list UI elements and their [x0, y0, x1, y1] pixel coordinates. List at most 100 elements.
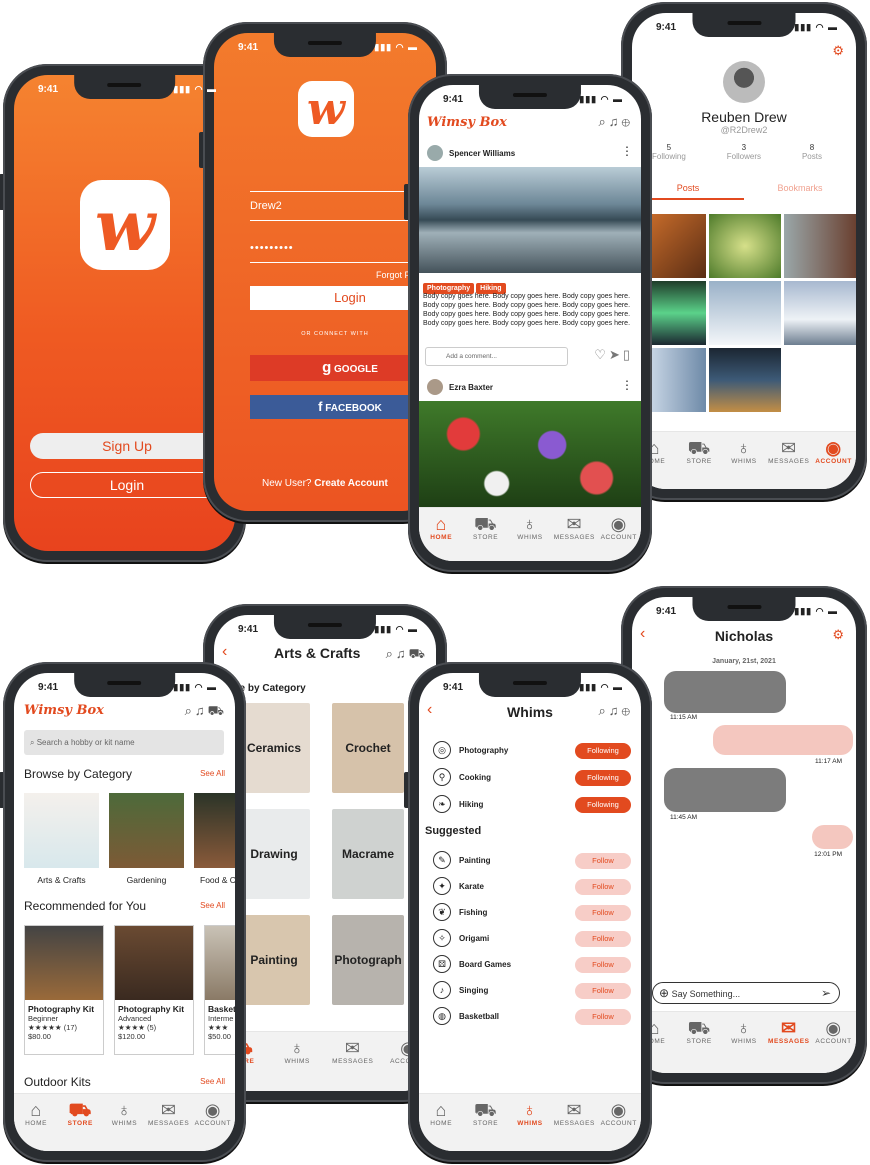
following-button[interactable]: Following — [575, 797, 631, 813]
whim-row: ✎ Painting — [433, 851, 491, 869]
kit-card[interactable]: Photography Kit Beginner ★★★★★ (17) $80.… — [24, 925, 104, 1055]
tab-messages[interactable]: ✉ MESSAGES — [552, 1100, 596, 1127]
follow-button[interactable]: Follow — [575, 879, 631, 895]
tab-whims[interactable]: ♁ WHIMS — [722, 1018, 766, 1045]
login-button[interactable]: Login — [30, 472, 224, 498]
create-account-row: New User? Create Account — [262, 478, 388, 489]
category-painting[interactable]: Painting — [238, 915, 310, 1005]
tab-bookmarks[interactable]: Bookmarks — [744, 183, 856, 198]
following-button[interactable]: Following — [575, 743, 631, 759]
add-icon[interactable]: ⊕ — [659, 986, 669, 1000]
kit-card[interactable]: Photography Kit Advanced ★★★★ (5) $120.0… — [114, 925, 194, 1055]
see-all-link[interactable]: See All — [200, 1077, 225, 1086]
tab-home[interactable]: ⌂ HOME — [14, 1100, 58, 1127]
category-photography[interactable]: Photograph — [332, 915, 404, 1005]
tab-messages[interactable]: ✉ MESSAGES — [552, 514, 596, 541]
tab-home[interactable]: ⌂ HOME — [419, 514, 463, 541]
whim-row: ◎ Photography — [433, 741, 508, 759]
author-name[interactable]: Spencer Williams — [449, 149, 515, 158]
tab-store[interactable]: ⛟STORE — [464, 514, 508, 541]
tab-home[interactable]: ⌂ HOME — [419, 1100, 463, 1127]
post-thumb[interactable] — [784, 214, 856, 278]
tab-store[interactable]: ⛟STORE — [677, 438, 721, 465]
tab-account[interactable]: ◉ACCOUNT — [812, 438, 856, 465]
post-thumb[interactable] — [784, 281, 856, 345]
following-button[interactable]: Following — [575, 770, 631, 786]
post-thumb[interactable] — [652, 214, 706, 278]
follow-button[interactable]: Follow — [575, 957, 631, 973]
whim-row: ❧ Hiking — [433, 795, 483, 813]
stat-followers[interactable]: 3 Followers — [727, 143, 761, 161]
tab-whims[interactable]: ♁ WHIMS — [508, 514, 552, 541]
stat-value: 3 — [741, 143, 747, 152]
category-crochet[interactable]: Crochet — [332, 703, 404, 793]
more-icon[interactable]: ⋮ — [621, 378, 633, 392]
settings-icon[interactable]: ⚙ — [832, 627, 844, 643]
search-icon[interactable]: ⌕ — [598, 114, 608, 129]
category-card[interactable] — [24, 793, 99, 868]
cart-icon[interactable]: ⛟ — [409, 646, 428, 661]
follow-button[interactable]: Follow — [575, 931, 631, 947]
tab-messages[interactable]: ✉ MESSAGES — [767, 438, 811, 465]
tab-whims[interactable]: ♁ WHIMS — [722, 438, 766, 465]
category-card[interactable] — [109, 793, 184, 868]
stat-following[interactable]: 5 Following — [652, 143, 686, 161]
search-icon[interactable]: ⌕ — [185, 703, 195, 718]
kit-card[interactable]: Basket Interme ★★★ $50.00 — [204, 925, 235, 1055]
bell-icon[interactable]: ♫ — [195, 703, 208, 718]
stat-posts[interactable]: 8 Posts — [802, 143, 822, 161]
tab-account[interactable]: ◉ACCOUNT — [191, 1100, 235, 1127]
bell-icon[interactable]: ♫ — [609, 114, 622, 129]
tab-messages[interactable]: ✉ MESSAGES — [767, 1018, 811, 1045]
bell-icon[interactable]: ♫ — [396, 646, 409, 661]
tab-whims[interactable]: ♁ WHIMS — [508, 1100, 552, 1127]
create-account-link[interactable]: Create Account — [314, 478, 388, 489]
author-name[interactable]: Ezra Baxter — [449, 383, 493, 392]
back-icon[interactable]: ‹ — [222, 643, 227, 661]
see-all-link[interactable]: See All — [200, 901, 225, 910]
tab-store[interactable]: ⛟STORE — [677, 1018, 721, 1045]
post-thumb[interactable] — [652, 281, 706, 345]
follow-button[interactable]: Follow — [575, 983, 631, 999]
search-icon[interactable]: ⌕ — [598, 703, 608, 718]
add-icon[interactable]: ⊕ — [622, 114, 633, 129]
tab-store[interactable]: ⛟STORE — [58, 1100, 102, 1127]
follow-button[interactable]: Follow — [575, 905, 631, 921]
follow-button[interactable]: Follow — [575, 1009, 631, 1025]
follow-button[interactable]: Follow — [575, 853, 631, 869]
tab-store[interactable]: ⛟STORE — [464, 1100, 508, 1127]
tab-whims[interactable]: ♁ WHIMS — [102, 1100, 146, 1127]
message-input[interactable]: ⊕ Say Something... ➢ — [652, 982, 840, 1004]
post-thumb[interactable] — [709, 214, 781, 278]
search-input[interactable]: ⌕ Search a hobby or kit name — [24, 730, 224, 755]
tab-whims[interactable]: ♁ WHIMS — [275, 1038, 319, 1065]
add-icon[interactable]: ⊕ — [622, 703, 633, 718]
cart-icon[interactable]: ⛟ — [208, 703, 227, 718]
comment-input[interactable]: Add a comment... — [425, 347, 568, 366]
recommended-heading: Recommended for You — [24, 899, 147, 913]
post-thumb[interactable] — [652, 348, 706, 412]
category-card[interactable] — [194, 793, 235, 868]
post-thumb[interactable] — [709, 281, 781, 345]
signup-button[interactable]: Sign Up — [30, 433, 224, 459]
tab-messages[interactable]: ✉ MESSAGES — [331, 1038, 375, 1065]
category-drawing[interactable]: Drawing — [238, 809, 310, 899]
post-thumb[interactable] — [709, 348, 781, 412]
send-icon[interactable]: ➤ — [609, 347, 623, 362]
tab-account[interactable]: ◉ACCOUNT — [597, 514, 641, 541]
heart-icon[interactable]: ♡ — [594, 347, 609, 362]
bookmark-icon[interactable]: ▯ — [623, 347, 633, 362]
send-icon[interactable]: ➢ — [821, 983, 831, 1003]
bell-icon[interactable]: ♫ — [609, 703, 622, 718]
search-icon[interactable]: ⌕ — [386, 646, 396, 661]
kit-rating: ★★★★★ (17) — [28, 1023, 100, 1032]
see-all-link[interactable]: See All — [200, 769, 225, 778]
tab-messages[interactable]: ✉ MESSAGES — [147, 1100, 191, 1127]
category-macrame[interactable]: Macrame — [332, 809, 404, 899]
tab-account[interactable]: ◉ACCOUNT — [597, 1100, 641, 1127]
page-title: Arts & Crafts — [274, 645, 361, 661]
settings-icon[interactable]: ⚙ — [832, 43, 844, 59]
tab-account[interactable]: ◉ACCOUNT — [812, 1018, 856, 1045]
category-ceramics[interactable]: Ceramics — [238, 703, 310, 793]
more-icon[interactable]: ⋮ — [621, 144, 633, 158]
